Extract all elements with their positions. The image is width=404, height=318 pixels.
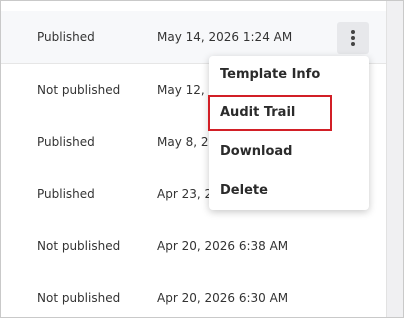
date-cell: Apr 20, 2026 6:30 AM [157,291,289,305]
status-cell: Published [37,187,95,201]
row-actions-button[interactable] [337,22,369,54]
kebab-dot [351,36,355,40]
highlight-outline [208,95,332,131]
status-cell: Published [37,30,95,44]
status-cell: Published [37,135,95,149]
kebab-dot [351,42,355,46]
status-cell: Not published [37,239,121,253]
templates-table: Published May 14, 2026 1:24 AM Not publi… [1,1,387,317]
date-cell: Apr 20, 2026 6:38 AM [157,239,289,253]
table-row[interactable]: Not published Apr 20, 2026 6:30 AM [1,272,387,317]
menu-item-audit-trail[interactable]: Audit Trail [208,94,369,132]
menu-item-template-info[interactable]: Template Info [209,56,369,94]
vertical-scrollbar[interactable] [386,1,403,317]
status-cell: Not published [37,291,121,305]
templates-table-panel: Published May 14, 2026 1:24 AM Not publi… [0,0,404,318]
row-actions-menu: Template Info Audit Trail Download Delet… [208,56,369,210]
menu-item-download[interactable]: Download [209,133,369,171]
menu-item-delete[interactable]: Delete [209,172,369,210]
kebab-menu-icon [351,30,355,34]
status-cell: Not published [37,83,121,97]
table-row[interactable]: Not published Apr 20, 2026 6:38 AM [1,220,387,273]
